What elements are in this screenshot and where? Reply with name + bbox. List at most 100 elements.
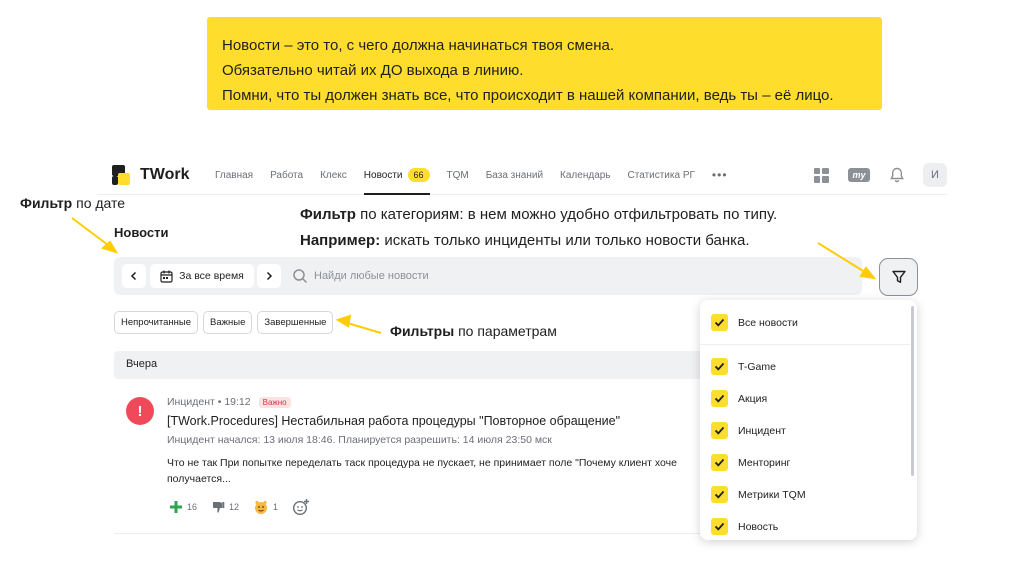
category-tqm-metrics[interactable]: Метрики TQM <box>711 486 806 503</box>
day-header: Вчера <box>114 351 709 379</box>
funnel-icon <box>891 270 906 283</box>
category-news[interactable]: Новость <box>711 518 778 535</box>
category-mentoring[interactable]: Менторинг <box>711 454 790 471</box>
add-emoji-icon <box>293 499 310 516</box>
nav-calendar[interactable]: Календарь <box>560 155 619 195</box>
chip-unread[interactable]: Непрочитанные <box>114 311 199 334</box>
checkbox-checked-icon <box>711 358 728 375</box>
nav-more-button[interactable]: ••• <box>712 155 737 195</box>
next-period-button[interactable] <box>257 264 281 288</box>
news-title[interactable]: [TWork.Procedures] Нестабильная работа п… <box>167 414 620 428</box>
annotation-bold: Например: <box>300 232 381 249</box>
thumbs-down-icon <box>213 502 225 513</box>
reaction-count: 16 <box>187 502 198 512</box>
annotation-bold: Фильтры <box>390 323 455 339</box>
note-line-1: Новости – это то, с чего должна начинать… <box>222 37 614 54</box>
category-label: Менторинг <box>738 456 791 469</box>
category-label: Новость <box>738 520 779 533</box>
category-dropdown: Все новости T-Game Акция Инцидент Ментор… <box>700 300 917 540</box>
divider <box>114 533 709 534</box>
my-label: my <box>848 168 870 182</box>
note-line-2: Обязательно читай их ДО выхода в линию. <box>222 62 524 79</box>
checkbox-checked-icon <box>711 518 728 535</box>
news-count-badge: 66 <box>407 168 430 182</box>
annotation-param-filters: Фильтры по параметрам <box>390 323 557 339</box>
category-filter-button[interactable] <box>879 258 918 296</box>
news-body: Что не так При попытке переделать таск п… <box>167 455 707 487</box>
news-body-line: получается... <box>167 473 231 485</box>
main-nav: Главная Работа Клекс Новости 66 TQM База … <box>215 155 745 195</box>
annotation-text: по дате <box>72 195 126 211</box>
important-badge: Важно <box>258 396 291 408</box>
checkbox-checked-icon <box>711 486 728 503</box>
dropdown-divider <box>700 344 910 345</box>
nav-label: Календарь <box>560 169 611 181</box>
top-actions: my И <box>809 163 947 187</box>
dropdown-scrollbar[interactable] <box>911 306 914 476</box>
nav-work[interactable]: Работа <box>270 155 312 195</box>
nav-news[interactable]: Новости 66 <box>363 155 439 195</box>
incident-alert-icon: ! <box>126 397 154 425</box>
bell-icon[interactable] <box>885 163 909 187</box>
reaction-count: 12 <box>229 502 240 512</box>
news-time: • 19:12 <box>217 396 251 408</box>
filter-bar: За все время <box>114 257 862 295</box>
reaction-emoji[interactable]: 1 <box>253 499 278 515</box>
annotation-text: по параметрам <box>454 323 557 339</box>
emoji-face-icon <box>255 500 268 514</box>
chevron-left-icon <box>130 271 137 281</box>
note-line-3: Помни, что ты должен знать все, что прои… <box>222 87 834 104</box>
category-incident[interactable]: Инцидент <box>711 422 786 439</box>
chip-completed[interactable]: Завершенные <box>257 311 334 334</box>
prev-period-button[interactable] <box>122 264 146 288</box>
intro-note: Новости – это то, с чего должна начинать… <box>207 17 882 110</box>
nav-kleks[interactable]: Клекс <box>320 155 356 195</box>
search-input[interactable] <box>314 266 714 286</box>
news-meta: Инцидент • 19:12 Важно <box>167 396 291 408</box>
date-filter-button[interactable]: За все время <box>150 264 254 288</box>
reaction-dislike[interactable]: 12 <box>211 500 239 514</box>
my-icon[interactable]: my <box>847 163 871 187</box>
news-subtitle: Инцидент начался: 13 июля 18:46. Планиру… <box>167 434 552 446</box>
annotation-example: Например: искать только инциденты или то… <box>300 232 750 249</box>
reaction-plus[interactable]: 16 <box>169 500 197 514</box>
nav-statistics[interactable]: Статистика РГ <box>628 155 704 195</box>
date-filter-label: За все время <box>179 270 244 282</box>
nav-main[interactable]: Главная <box>215 155 262 195</box>
nav-tqm[interactable]: TQM <box>447 155 478 195</box>
nav-label: База знаний <box>485 169 544 181</box>
chevron-right-icon <box>266 271 273 281</box>
avatar[interactable]: И <box>923 163 947 187</box>
param-filters: Непрочитанные Важные Завершенные <box>114 311 334 334</box>
category-promo[interactable]: Акция <box>711 390 767 407</box>
category-all[interactable]: Все новости <box>711 314 798 331</box>
annotation-bold: Фильтр <box>300 206 356 223</box>
page-title: Новости <box>114 225 169 240</box>
nav-label: Работа <box>270 169 304 181</box>
news-body-line: Что не так При попытке переделать таск п… <box>167 457 677 469</box>
category-label: T-Game <box>738 360 776 373</box>
nav-label: TQM <box>446 169 469 181</box>
nav-knowledge-base[interactable]: База знаний <box>486 155 552 195</box>
chip-important[interactable]: Важные <box>203 311 253 334</box>
logo-icon[interactable] <box>111 164 133 186</box>
checkbox-checked-icon <box>711 314 728 331</box>
plus-icon <box>170 501 182 513</box>
search-icon <box>293 269 308 284</box>
nav-label: Клекс <box>320 169 347 181</box>
category-label: Акция <box>738 392 768 405</box>
checkbox-checked-icon <box>711 422 728 439</box>
top-bar: TWork Главная Работа Клекс Новости 66 TQM… <box>97 155 947 195</box>
checkbox-checked-icon <box>711 454 728 471</box>
annotation-text: по категориям: в нем можно удобно отфиль… <box>355 206 778 223</box>
add-reaction-button[interactable] <box>292 498 310 516</box>
annotation-bold: Фильтр <box>20 195 73 211</box>
annotation-category-filter: Фильтр по категориям: в нем можно удобно… <box>300 206 777 223</box>
category-t-game[interactable]: T-Game <box>711 358 776 375</box>
news-type-label: Инцидент <box>167 396 215 408</box>
logo-text: TWork <box>140 166 190 183</box>
news-type: Инцидент • 19:12 <box>167 396 251 408</box>
calendar-icon <box>160 270 173 283</box>
category-label: Инцидент <box>738 424 786 437</box>
apps-grid-icon[interactable] <box>809 163 833 187</box>
